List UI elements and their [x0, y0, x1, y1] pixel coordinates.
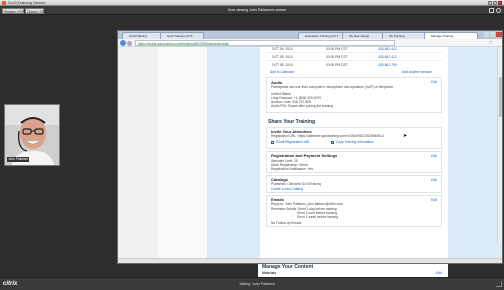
audio-description: Participants can use their computer's mi… — [271, 85, 395, 89]
settings-icon[interactable] — [496, 7, 501, 13]
page-sidebar-band — [208, 47, 260, 263]
schedule-code[interactable]: 425-862-412 — [378, 47, 397, 51]
mouse-cursor-icon: ➤ — [403, 133, 408, 139]
schedule-date: OCT 08, 2014 — [272, 63, 293, 67]
add-session-link[interactable]: Add another session — [402, 70, 432, 74]
registration-edit-link[interactable]: Edit — [431, 154, 437, 158]
row-divider — [266, 60, 442, 61]
app-icon — [2, 1, 6, 5]
schedule-time: 02:00 PM CST — [326, 47, 348, 51]
copy-training-info-link[interactable]: Copy Training Information — [336, 140, 374, 144]
audio-card: Audio Participants can use their compute… — [266, 77, 442, 113]
page-continuation: Manage Your Content Materials Edit — [258, 264, 448, 277]
schedule-code[interactable]: 425-862-799 — [378, 63, 397, 67]
zoom-select[interactable]: Window (76%) — [2, 7, 24, 14]
registration-card: Registration and Payment Settings Attend… — [266, 151, 442, 173]
registration-url[interactable]: Registration URL: https://attendee.gotot… — [271, 134, 439, 138]
resize-grip-icon[interactable] — [496, 281, 502, 287]
audio-edit-link[interactable]: Edit — [431, 80, 437, 84]
schedule-code[interactable]: 425-862-412 — [378, 55, 397, 59]
star-icon[interactable]: ☆ — [488, 39, 493, 47]
browser-tab-strip: GoToTraining GoToTraining (GTT... Evalua… — [118, 31, 502, 40]
reply-to: Reply to: John Pallaneo, john.fabiano@ci… — [271, 202, 343, 206]
reminder-week: Send 1 week before training — [297, 215, 339, 219]
invite-card: Invite Your Attendees Registration URL: … — [266, 127, 442, 149]
close-icon[interactable] — [496, 32, 502, 37]
email-registration-link[interactable]: Email Registration URL — [276, 140, 310, 144]
materials-edit-link[interactable]: Edit — [436, 271, 442, 275]
schedule-time: 02:00 PM CST — [326, 63, 348, 67]
row-divider — [266, 52, 442, 53]
add-to-calendar-link[interactable]: Add to Calendar — [270, 70, 294, 74]
copy-icon — [331, 141, 334, 144]
address-bar[interactable]: https://global.gototraining.com/#/traini… — [135, 40, 395, 46]
talking-status: Talking: John Pallaneo — [239, 282, 275, 286]
viewer-toolbar: Window (76%) Classic (76) Now viewing Jo… — [0, 6, 504, 15]
maximize-icon[interactable] — [490, 32, 495, 37]
browser-address-row: https://global.gototraining.com/#/traini… — [118, 39, 502, 47]
manage-content-title: Manage Your Content — [262, 264, 314, 270]
schedule-table: OCT 08, 2014 02:00 PM CST 425-862-412 OC… — [266, 47, 442, 75]
browser-window-controls — [484, 32, 502, 37]
schedule-time: 02:00 PM CST — [326, 55, 348, 59]
registration-notification: Registration Notification: Yes — [271, 167, 313, 171]
fullscreen-icon[interactable] — [489, 7, 494, 13]
emails-card: Emails Reply to: John Pallaneo, john.fab… — [266, 195, 442, 227]
page-left-column — [158, 47, 208, 263]
viewer-status-bar: citrix Talking: John Pallaneo — [0, 277, 504, 290]
materials-label: Materials — [262, 271, 277, 275]
main-content: OCT 08, 2014 02:00 PM CST 425-862-412 OC… — [262, 47, 446, 263]
window-controls — [488, 1, 502, 5]
view-select[interactable]: Classic (76) — [25, 7, 44, 14]
viewing-status: Now viewing John Pallaneo's screen — [227, 8, 287, 12]
page-right-band — [448, 47, 502, 263]
maximize-icon[interactable] — [493, 1, 497, 5]
minimize-icon[interactable] — [484, 32, 489, 37]
vertical-scrollbar[interactable] — [497, 47, 502, 242]
close-icon[interactable] — [498, 1, 502, 5]
webcam-video: John Pallaneo — [4, 104, 60, 166]
create-catalog-link[interactable]: Create a new Catalog — [271, 187, 303, 191]
shared-browser-window: GoToTraining GoToTraining (GTT... Evalua… — [117, 30, 503, 264]
schedule-date: OCT 08, 2014 — [272, 55, 293, 59]
presenter-name-label: John Pallaneo — [7, 157, 30, 162]
page-left-gutter — [118, 47, 158, 263]
minimize-icon[interactable] — [488, 1, 492, 5]
catalogs-edit-link[interactable]: Edit — [431, 178, 437, 182]
schedule-date: OCT 08, 2014 — [272, 47, 293, 51]
toolbar-icons — [489, 7, 501, 14]
scrollbar-thumb[interactable] — [498, 77, 502, 117]
catalog-published: Published: Citrixweb GoToTraining — [271, 182, 322, 186]
back-icon[interactable] — [120, 40, 126, 46]
audio-pin: Audio PIN: Shown after joining the train… — [271, 104, 333, 108]
citrix-logo: citrix — [3, 281, 18, 287]
follow-up-emails: No Follow-up Emails — [271, 221, 302, 225]
share-section-title: Share Your Training — [268, 119, 316, 125]
registration-heading: Registration and Payment Settings — [271, 153, 338, 158]
email-icon — [271, 141, 274, 144]
catalogs-card: Catalogs Published: Citrixweb GoToTraini… — [266, 175, 442, 193]
training-details-page: OCT 08, 2014 02:00 PM CST 425-862-412 OC… — [118, 47, 502, 263]
emails-edit-link[interactable]: Edit — [431, 198, 437, 202]
forward-icon[interactable] — [127, 40, 132, 46]
